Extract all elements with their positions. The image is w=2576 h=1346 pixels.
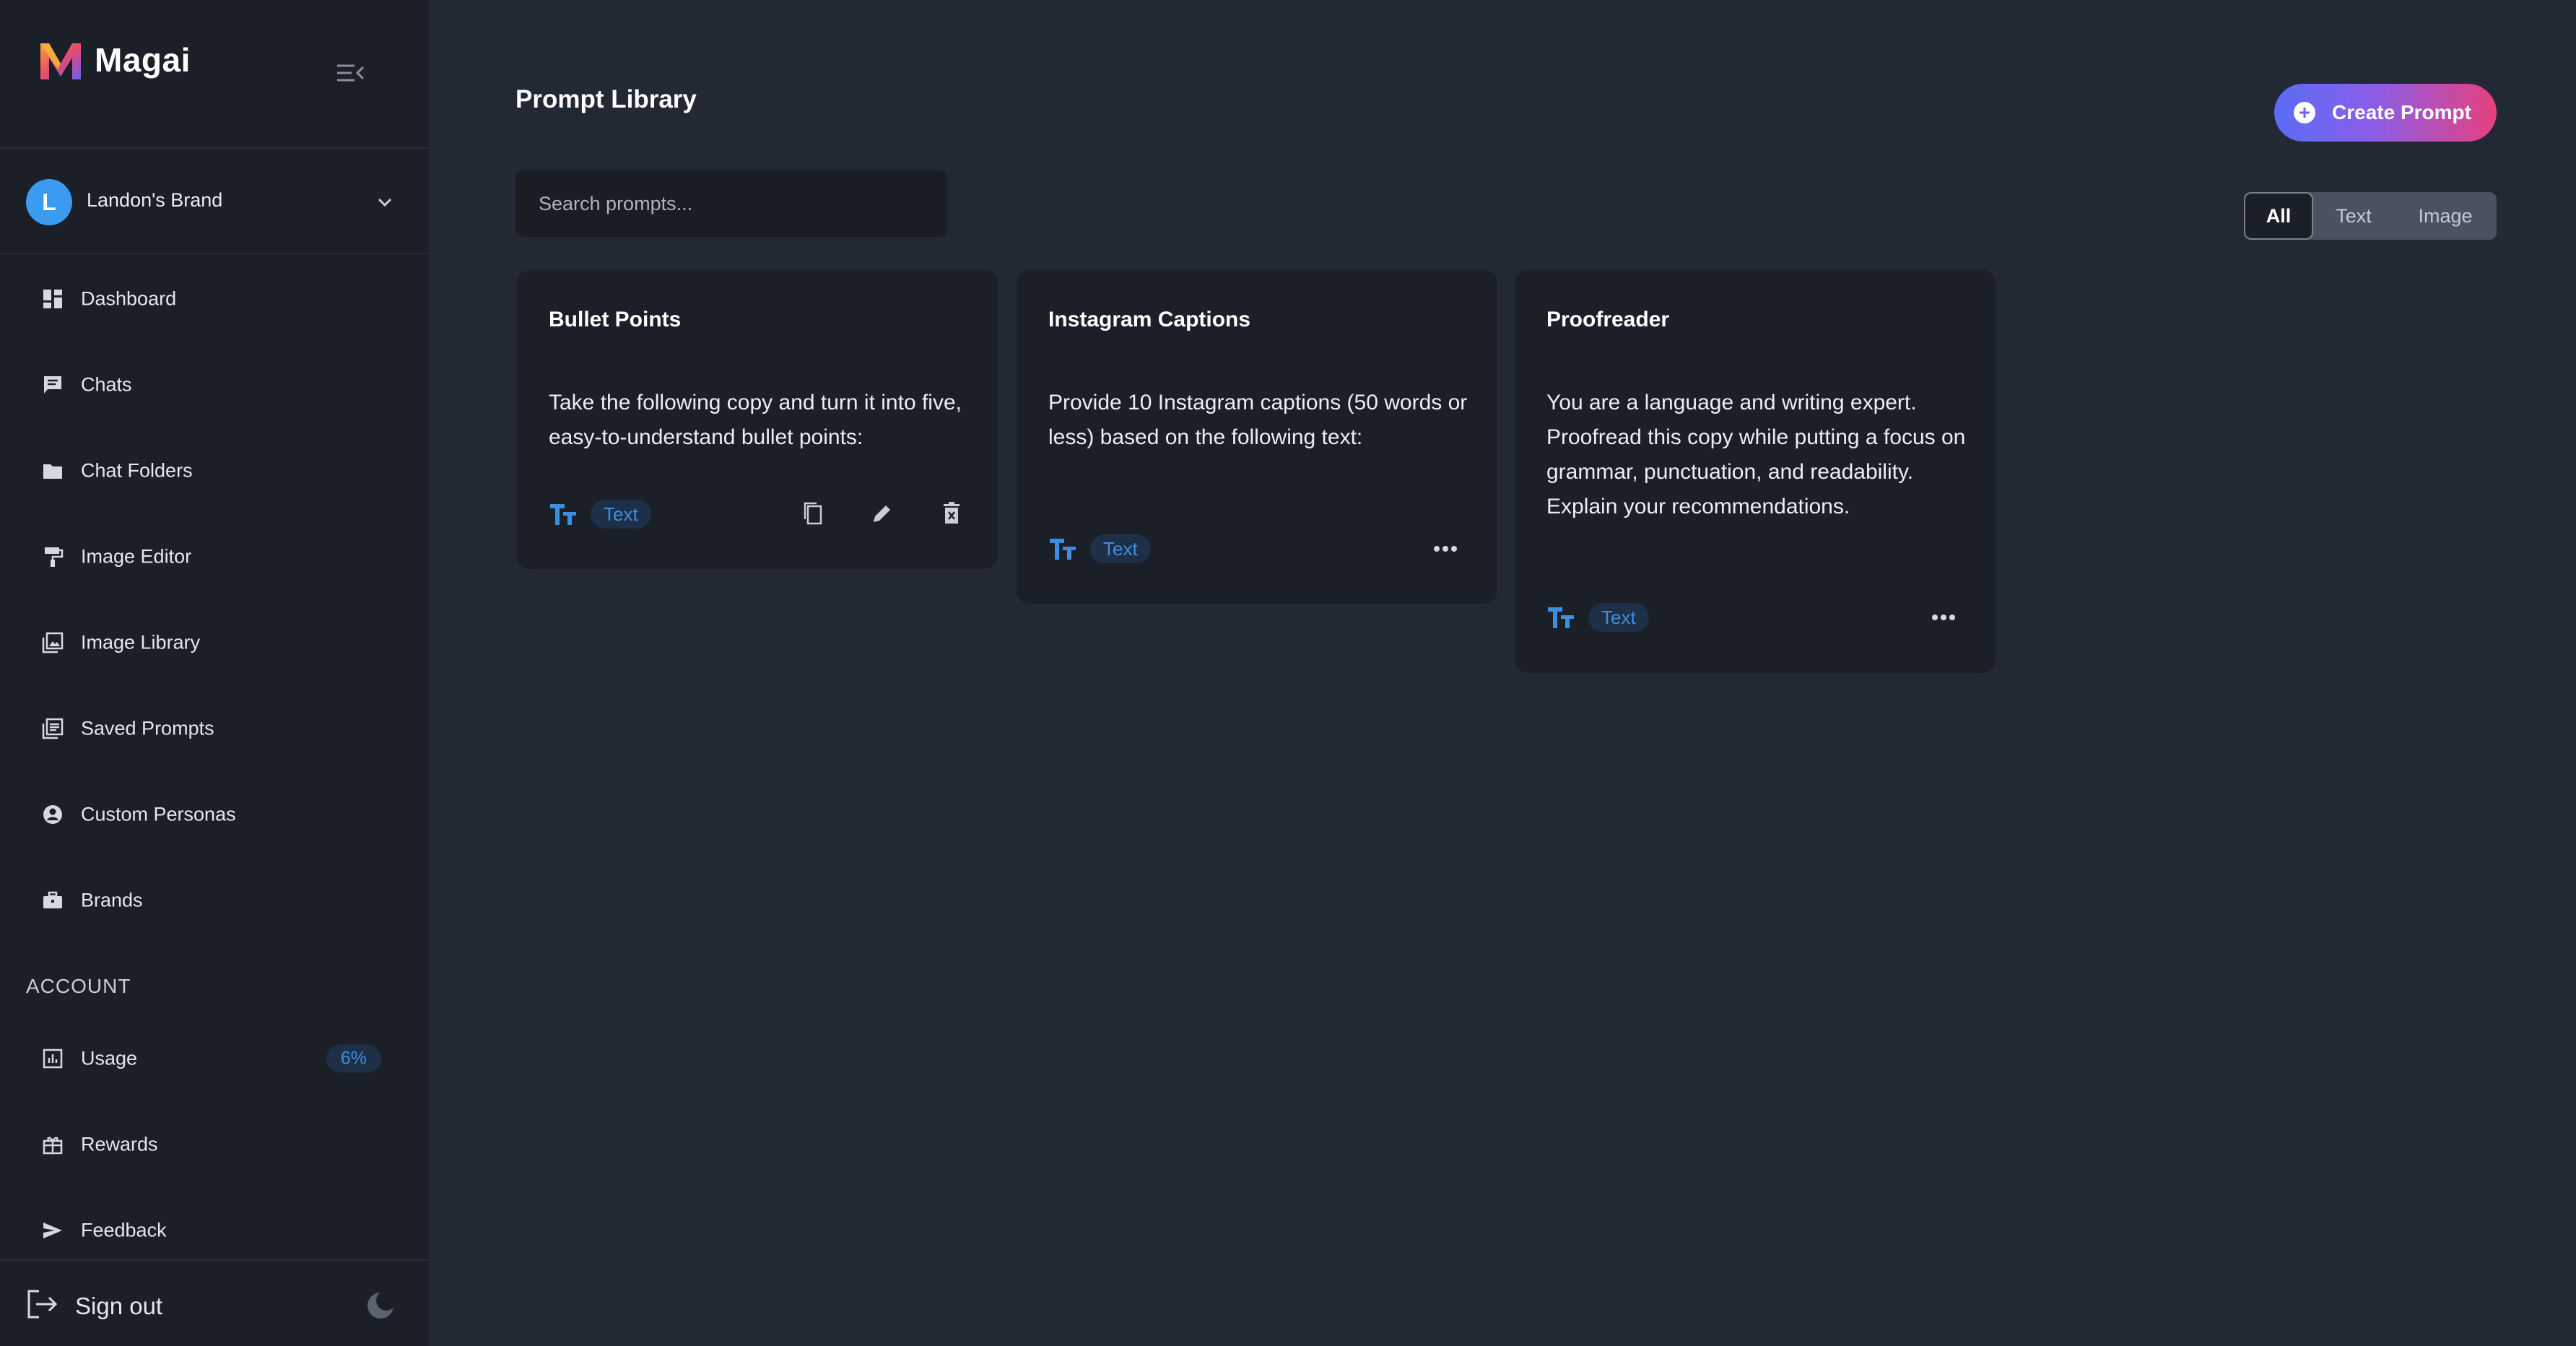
main-nav: Dashboard Chats Chat Folders Image Edito… (0, 256, 429, 943)
paint-roller-icon (40, 544, 65, 569)
nav-label: Image Library (81, 631, 201, 653)
send-icon (40, 1218, 65, 1243)
gift-icon (40, 1132, 65, 1157)
text-type-icon (1050, 539, 1076, 560)
app-name: Magai (95, 41, 191, 79)
chevron-down-icon (378, 198, 392, 207)
usage-badge: 6% (326, 1044, 381, 1072)
card-body: You are a language and writing expert. P… (1546, 391, 1966, 518)
text-type-icon (1548, 607, 1574, 628)
nav-label: Saved Prompts (81, 717, 214, 739)
briefcase-icon (40, 888, 65, 913)
folder-icon (40, 459, 65, 483)
usage-chart-icon (40, 1046, 65, 1071)
card-footer: Text (1048, 531, 1474, 567)
card-body: Take the following copy and turn it into… (549, 391, 962, 449)
card-title: Bullet Points (549, 308, 682, 331)
persona-icon (40, 802, 65, 827)
plus-circle-icon (2294, 102, 2315, 123)
text-type-icon (550, 504, 576, 525)
card-title: Instagram Captions (1048, 308, 1251, 331)
nav-item-chats[interactable]: Chats (0, 342, 429, 427)
nav-label: Rewards (81, 1133, 158, 1155)
saved-prompts-icon (40, 716, 65, 741)
more-options-icon[interactable] (1431, 538, 1460, 560)
card-footer: Text (1546, 599, 1972, 635)
nav-label: Dashboard (81, 287, 177, 309)
nav-item-custom-personas[interactable]: Custom Personas (0, 771, 429, 857)
delete-icon[interactable] (936, 498, 967, 529)
card-footer: Text (549, 496, 975, 532)
page-title: Prompt Library (515, 85, 697, 113)
nav-label: Brands (81, 889, 143, 911)
brand-selector[interactable]: L Landon's Brand (0, 150, 429, 254)
more-options-icon[interactable] (1929, 607, 1958, 628)
nav-item-image-library[interactable]: Image Library (0, 599, 429, 685)
app-root: Magai L Landon's Brand Dashboard Chats C… (0, 0, 2576, 1346)
image-library-icon (40, 630, 65, 655)
search-input[interactable] (515, 170, 947, 237)
filter-text[interactable]: Text (2313, 192, 2394, 240)
collapse-sidebar-icon[interactable] (335, 61, 365, 85)
type-badge: Text (1588, 603, 1649, 632)
create-prompt-button[interactable]: Create Prompt (2274, 84, 2497, 142)
copy-icon[interactable] (797, 498, 829, 529)
prompt-card[interactable]: Instagram Captions Provide 10 Instagram … (1017, 270, 1497, 604)
sign-out-button[interactable]: Sign out (75, 1293, 162, 1320)
dashboard-icon (40, 287, 65, 311)
card-body: Provide 10 Instagram captions (50 words … (1048, 391, 1468, 449)
sign-out-icon[interactable] (26, 1288, 59, 1320)
account-nav: Usage 6% Rewards Feedback (0, 1015, 429, 1273)
nav-label: Chats (81, 373, 132, 395)
type-badge: Text (1090, 534, 1151, 563)
nav-label: Custom Personas (81, 803, 236, 825)
sidebar: Magai L Landon's Brand Dashboard Chats C… (0, 0, 429, 1346)
nav-item-chat-folders[interactable]: Chat Folders (0, 427, 429, 513)
nav-item-saved-prompts[interactable]: Saved Prompts (0, 685, 429, 771)
prompt-card[interactable]: Bullet Points Take the following copy an… (517, 270, 998, 569)
nav-item-rewards[interactable]: Rewards (0, 1101, 429, 1187)
card-title: Proofreader (1546, 308, 1670, 331)
logo-row: Magai (0, 0, 429, 149)
create-prompt-label: Create Prompt (2332, 101, 2471, 123)
nav-item-usage[interactable]: Usage 6% (0, 1015, 429, 1101)
type-badge: Text (591, 500, 651, 529)
edit-icon[interactable] (866, 498, 898, 529)
account-section-label: ACCOUNT (26, 975, 131, 997)
nav-item-brands[interactable]: Brands (0, 857, 429, 943)
nav-label: Image Editor (81, 545, 192, 567)
brand-name: Landon's Brand (87, 189, 223, 211)
nav-item-dashboard[interactable]: Dashboard (0, 256, 429, 342)
moon-icon[interactable] (365, 1290, 396, 1321)
nav-label: Feedback (81, 1219, 167, 1241)
nav-label: Usage (81, 1047, 138, 1069)
prompt-card[interactable]: Proofreader You are a language and writi… (1515, 270, 1996, 673)
filter-all[interactable]: All (2244, 192, 2313, 240)
brand-avatar: L (26, 179, 72, 225)
filter-image[interactable]: Image (2394, 192, 2497, 240)
magai-logo-icon (40, 43, 81, 79)
type-filter: All Text Image (2244, 192, 2497, 240)
nav-label: Chat Folders (81, 459, 193, 481)
signout-row: Sign out (0, 1259, 429, 1346)
nav-item-image-editor[interactable]: Image Editor (0, 513, 429, 599)
chat-icon (40, 373, 65, 397)
